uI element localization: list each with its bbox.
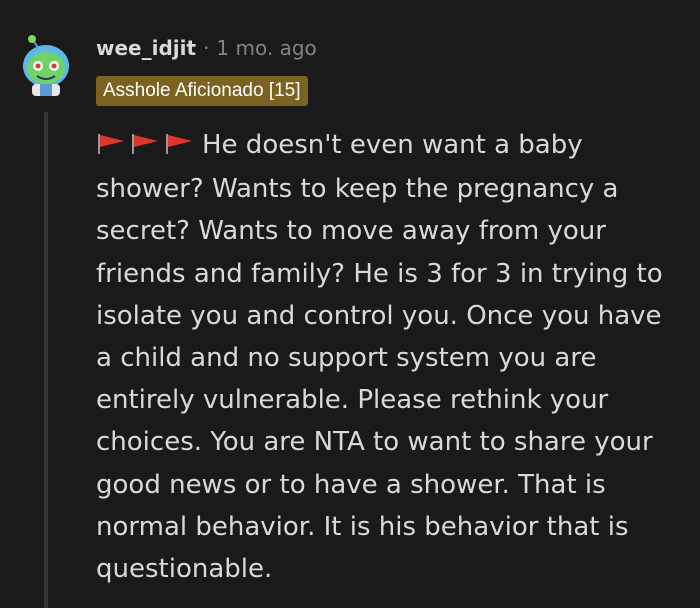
red-flags-group <box>96 126 198 168</box>
username-link[interactable]: wee_idjit <box>96 36 196 60</box>
red-flag-icon <box>132 134 158 154</box>
user-flair-badge: Asshole Aficionado [15] <box>96 76 308 106</box>
comment: wee_idjit · 1 mo. ago Asshole Aficionado… <box>0 0 700 608</box>
comment-body-text: He doesn't even want a baby shower? Want… <box>96 130 663 585</box>
comment-body: He doesn't even want a baby shower? Want… <box>96 124 681 590</box>
snoo-avatar-icon <box>23 35 69 96</box>
red-flag-icon <box>98 134 124 154</box>
red-flag-icon <box>166 134 192 154</box>
meta-separator: · <box>203 36 210 60</box>
thread-collapse-line[interactable] <box>44 112 48 608</box>
comment-header: wee_idjit · 1 mo. ago <box>96 36 317 60</box>
user-avatar[interactable] <box>18 28 74 96</box>
comment-timestamp[interactable]: 1 mo. ago <box>216 36 316 60</box>
